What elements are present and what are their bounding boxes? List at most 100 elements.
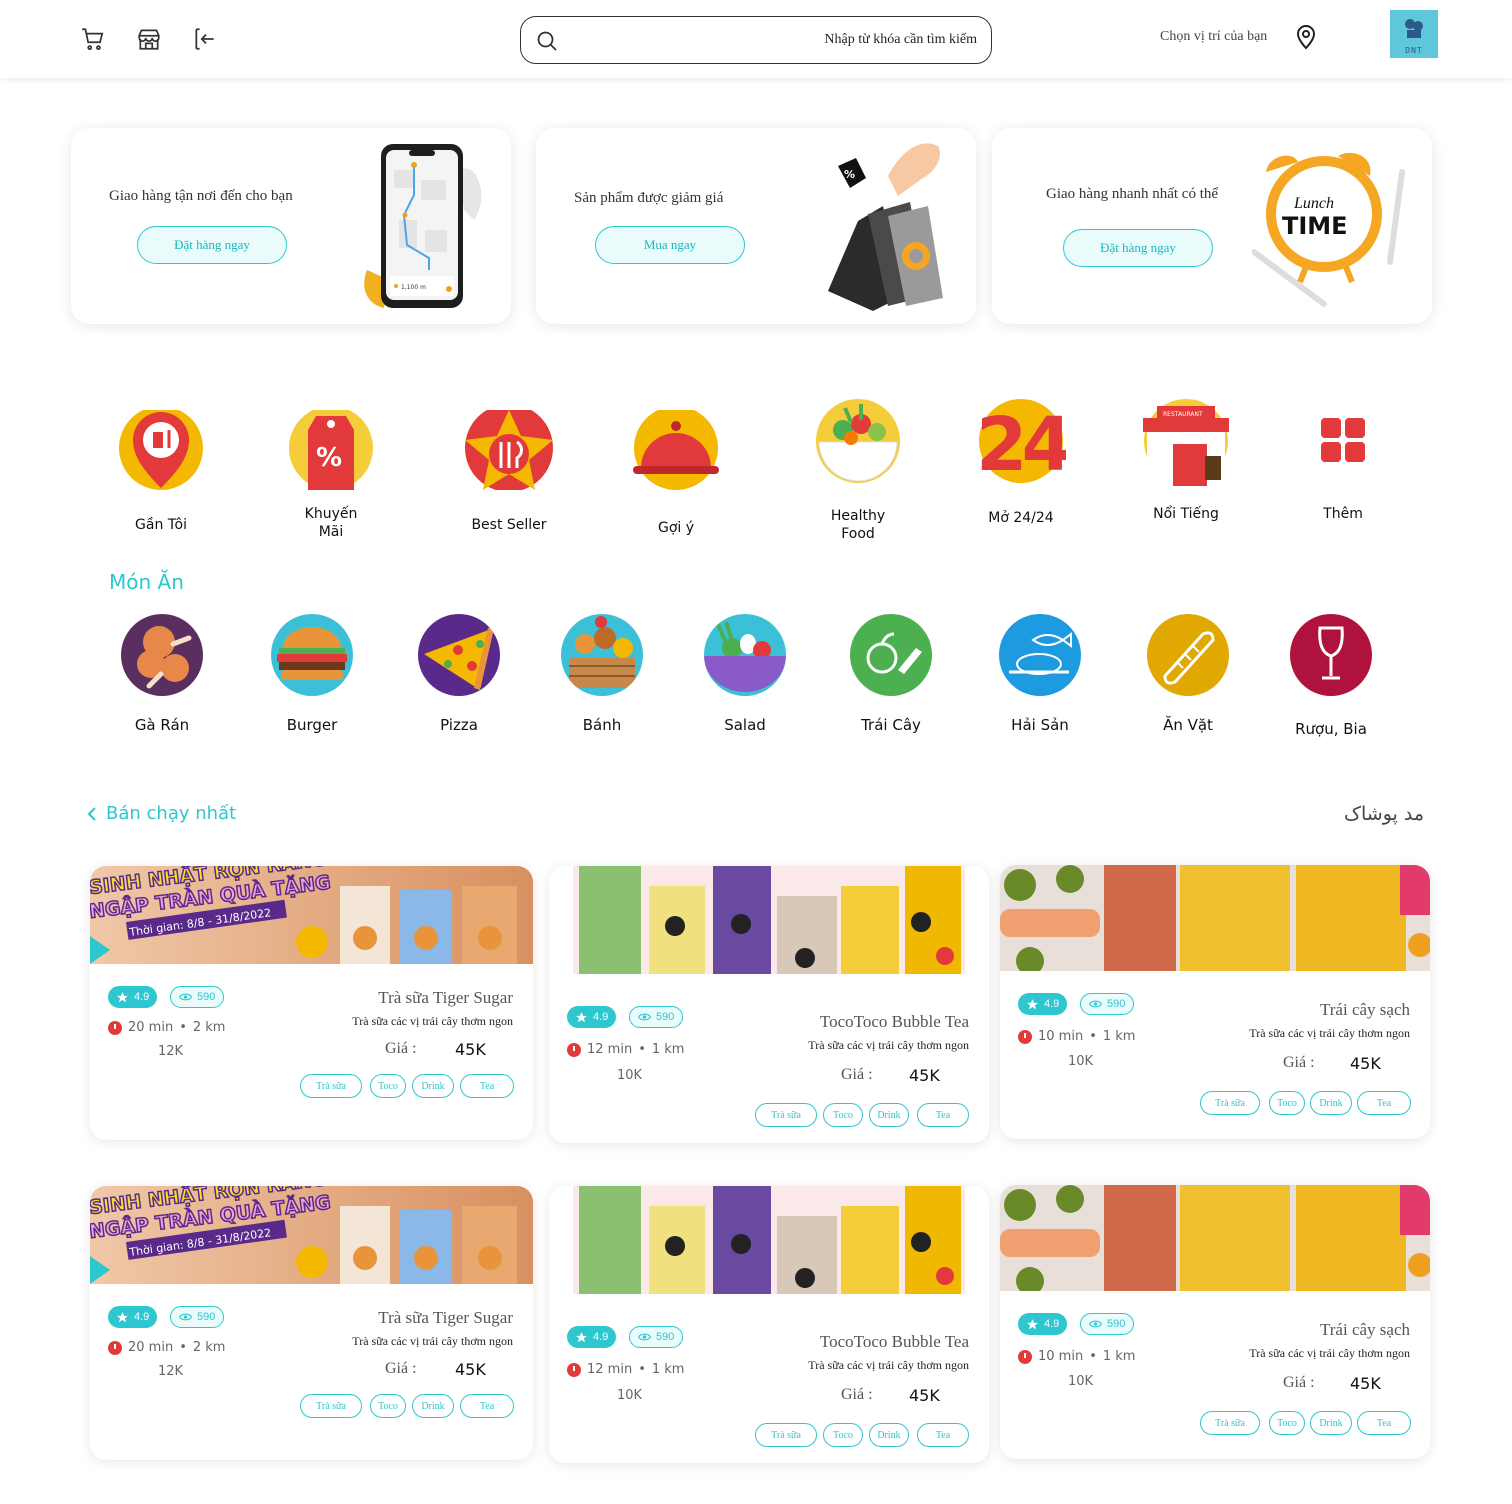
product-tag[interactable]: Toco xyxy=(823,1423,863,1447)
order-now-button[interactable]: Đặt hàng ngay xyxy=(137,226,287,264)
store-icon[interactable] xyxy=(136,26,162,52)
product-card[interactable]: 4.9 590 12 min • 1 km 10K TocoToco Bubbl… xyxy=(549,866,989,1143)
food-label: Trái Cây xyxy=(861,716,921,734)
product-tag[interactable]: Toco xyxy=(370,1074,406,1098)
category-near-me[interactable]: Gần Tôi xyxy=(101,406,221,534)
dot-separator: • xyxy=(179,1020,187,1035)
product-card[interactable]: SINH NHẬT RỘN RÀNG NGẬP TRÀN QUÀ TẶNG Th… xyxy=(90,866,533,1140)
search-icon[interactable] xyxy=(535,29,559,53)
price-label: Giá : xyxy=(1283,1054,1315,1071)
category-label: Gợi ý xyxy=(657,520,695,536)
search-input[interactable] xyxy=(571,25,981,55)
svg-text:24: 24 xyxy=(976,402,1066,486)
product-name[interactable]: Trái cây sạch xyxy=(1320,1000,1410,1020)
category-more[interactable]: Thêm xyxy=(1283,416,1403,523)
product-tag[interactable]: Drink xyxy=(869,1103,909,1127)
food-fruit[interactable]: Trái Cây xyxy=(831,614,951,734)
star-icon xyxy=(576,1331,587,1342)
product-tag[interactable]: Trà sữa xyxy=(1200,1091,1260,1115)
product-image xyxy=(549,1186,989,1294)
fried-chicken-icon xyxy=(121,614,203,696)
product-tag[interactable]: Tea xyxy=(1357,1091,1411,1115)
product-tag[interactable]: Drink xyxy=(412,1074,454,1098)
location-label[interactable]: Chọn vị trí của bạn xyxy=(1160,29,1267,45)
product-tag[interactable]: Drink xyxy=(1310,1091,1352,1115)
food-snack[interactable]: Ăn Vặt xyxy=(1128,614,1248,734)
category-best-seller[interactable]: Best Seller xyxy=(449,404,569,534)
category-promotion[interactable]: % Khuyến Mãi xyxy=(271,406,391,541)
product-tag[interactable]: Tea xyxy=(1357,1411,1411,1435)
product-name[interactable]: Trái cây sạch xyxy=(1320,1320,1410,1340)
buy-now-button[interactable]: Mua ngay xyxy=(595,226,745,264)
views-value: 590 xyxy=(197,1311,216,1323)
logout-icon[interactable] xyxy=(192,26,218,52)
rating-value: 4.9 xyxy=(134,1311,150,1323)
product-tag[interactable]: Tea xyxy=(917,1103,969,1127)
food-bakery[interactable]: Bánh xyxy=(542,614,662,734)
product-tag[interactable]: Tea xyxy=(460,1074,514,1098)
order-now-button[interactable]: Đặt hàng ngay xyxy=(1063,229,1213,267)
food-fried-chicken[interactable]: Gà Rán xyxy=(102,614,222,734)
product-name[interactable]: TocoToco Bubble Tea xyxy=(820,1012,969,1032)
product-tag[interactable]: Toco xyxy=(1269,1411,1305,1435)
rating-value: 4.9 xyxy=(1044,998,1060,1010)
product-tag[interactable]: Drink xyxy=(869,1423,909,1447)
bestseller-back-link[interactable]: Bán chạy nhất xyxy=(86,803,236,824)
fruit-banner xyxy=(1000,865,1430,971)
food-burger[interactable]: Burger xyxy=(252,614,372,734)
clock-icon xyxy=(567,1362,581,1377)
food-pizza[interactable]: Pizza xyxy=(399,614,519,734)
product-tag[interactable]: Tea xyxy=(917,1423,969,1447)
food-wine-beer[interactable]: Rượu, Bia xyxy=(1271,614,1391,738)
product-tag[interactable]: Trà sữa xyxy=(755,1103,817,1127)
category-open-24[interactable]: 24 Mở 24/24 xyxy=(961,396,1081,527)
salad-bowl-icon xyxy=(816,399,900,483)
product-tag[interactable]: Trà sữa xyxy=(300,1394,362,1418)
product-card[interactable]: 4.9 590 10 min • 1 km 10K Trái cây sạch … xyxy=(1000,1185,1430,1459)
bakery-icon xyxy=(561,614,643,696)
category-suggest[interactable]: Gợi ý xyxy=(616,406,736,537)
svg-text:%: % xyxy=(844,168,855,181)
product-tag[interactable]: Trà sữa xyxy=(755,1423,817,1447)
clock-icon xyxy=(1018,1029,1032,1044)
food-label: Pizza xyxy=(440,716,478,734)
product-card[interactable]: 4.9 590 10 min • 1 km 10K Trái cây sạch … xyxy=(1000,865,1430,1139)
category-label: Thêm xyxy=(1323,506,1363,522)
product-tag[interactable]: Toco xyxy=(370,1394,406,1418)
product-tag[interactable]: Tea xyxy=(460,1394,514,1418)
promo-title: Giao hàng nhanh nhất có thể xyxy=(1046,186,1219,202)
product-card[interactable]: 4.9 590 12 min • 1 km 10K TocoToco Bubbl… xyxy=(549,1186,989,1463)
price-label: Giá : xyxy=(385,1360,417,1377)
delivery-distance: 1 km xyxy=(1102,1029,1136,1044)
product-tag[interactable]: Drink xyxy=(412,1394,454,1418)
category-healthy-food[interactable]: Healthy Food xyxy=(798,396,918,543)
avatar[interactable]: DNT xyxy=(1390,10,1438,58)
food-salad[interactable]: Salad xyxy=(685,614,805,734)
product-name[interactable]: Trà sữa Tiger Sugar xyxy=(378,1308,513,1328)
product-description: Trà sữa các vị trái cây thơm ngon xyxy=(352,1334,513,1348)
category-famous[interactable]: RESTAURANT Nổi Tiếng xyxy=(1126,396,1246,523)
phone-distance-text: 1,100 m xyxy=(401,284,426,291)
product-tag[interactable]: Trà sữa xyxy=(300,1074,362,1098)
cart-icon[interactable] xyxy=(80,26,106,52)
product-tag[interactable]: Trà sữa xyxy=(1200,1411,1260,1435)
product-name[interactable]: Trà sữa Tiger Sugar xyxy=(378,988,513,1008)
product-tag[interactable]: Toco xyxy=(823,1103,863,1127)
chevron-left-icon xyxy=(87,806,96,821)
seafood-icon xyxy=(999,614,1081,696)
delivery-time: 12 min xyxy=(587,1362,633,1377)
views-badge: 590 xyxy=(170,986,225,1008)
product-card[interactable]: SINH NHẬT RỘN RÀNG NGẬP TRÀN QUÀ TẶNG Th… xyxy=(90,1186,533,1460)
product-description: Trà sữa các vị trái cây thơm ngon xyxy=(808,1358,969,1372)
product-tag[interactable]: Toco xyxy=(1269,1091,1305,1115)
food-seafood[interactable]: Hải Sản xyxy=(980,614,1100,734)
delivery-distance: 2 km xyxy=(192,1340,226,1355)
views-badge: 590 xyxy=(1080,993,1135,1015)
delivery-time: 20 min xyxy=(128,1340,174,1355)
location-pin-icon[interactable] xyxy=(1294,22,1318,50)
salad-icon xyxy=(704,614,786,696)
product-tag[interactable]: Drink xyxy=(1310,1411,1352,1435)
product-name[interactable]: TocoToco Bubble Tea xyxy=(820,1332,969,1352)
views-badge: 590 xyxy=(629,1006,684,1028)
delivery-time: 20 min xyxy=(128,1020,174,1035)
